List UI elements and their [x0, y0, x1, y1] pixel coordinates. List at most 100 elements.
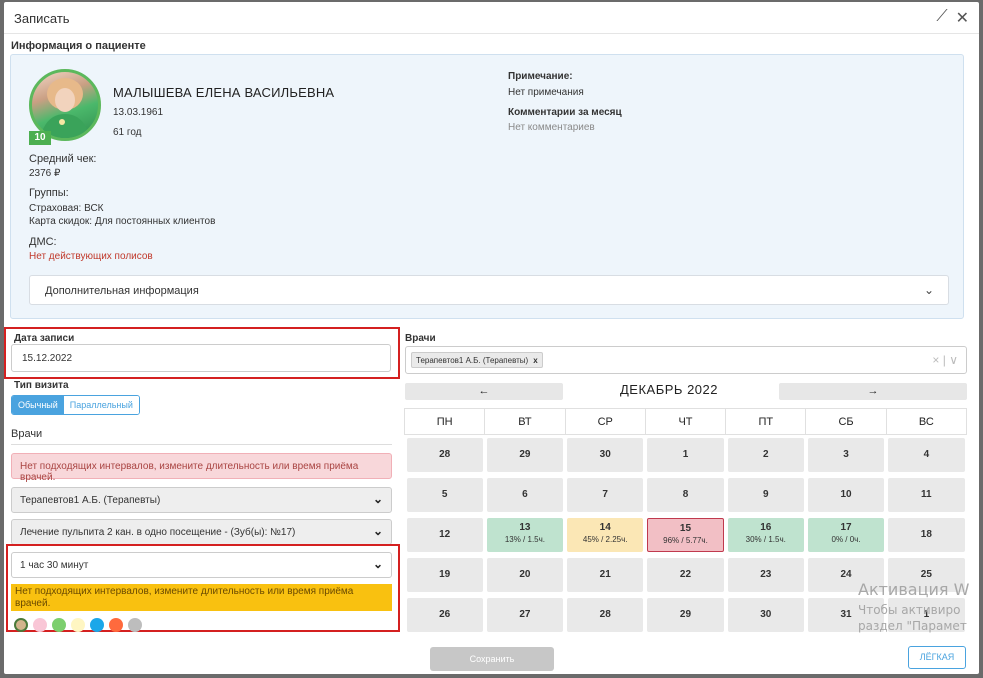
day-number: 27: [519, 608, 531, 620]
calendar-day[interactable]: 13 13% / 1.5ч.: [486, 517, 564, 552]
visit-type-regular[interactable]: Обычный: [12, 396, 64, 414]
calendar-cell: 8: [645, 475, 725, 515]
day-number: 25: [920, 568, 932, 580]
calendar-day[interactable]: 10: [807, 477, 885, 512]
day-number: 22: [679, 568, 692, 580]
color-dot[interactable]: [128, 618, 142, 632]
calendar-day[interactable]: 28: [406, 437, 483, 472]
color-dot[interactable]: [71, 618, 85, 632]
calendar-day[interactable]: 1: [647, 437, 724, 472]
save-button[interactable]: Сохранить: [430, 647, 554, 671]
calendar-day[interactable]: 11: [888, 477, 965, 512]
calendar-prev-button[interactable]: ←: [405, 383, 563, 400]
calendar-cell: 23: [726, 555, 806, 595]
color-dot[interactable]: [109, 618, 123, 632]
avg-check-label: Средний чек:: [29, 153, 97, 165]
duration-alert: Нет подходящих интервалов, измените длит…: [11, 584, 392, 611]
patient-info-card: 10 МАЛЫШЕВА ЕЛЕНА ВАСИЛЬЕВНА 13.03.1961 …: [10, 54, 964, 319]
day-number: 17: [840, 521, 852, 533]
visit-type-parallel[interactable]: Параллельный: [63, 396, 139, 414]
calendar-day[interactable]: 21: [567, 557, 644, 592]
color-dot[interactable]: [33, 618, 47, 632]
day-number: 20: [519, 568, 531, 580]
day-number: 7: [602, 488, 608, 500]
close-icon[interactable]: ✕: [956, 8, 969, 28]
pin-icon[interactable]: ⟋: [936, 8, 947, 28]
note-value: Нет примечания: [508, 87, 584, 98]
calendar-day[interactable]: 30: [727, 597, 804, 632]
calendar-day[interactable]: 4: [888, 437, 965, 472]
day-number: 28: [599, 608, 611, 620]
day-number: 14: [599, 521, 611, 533]
day-number: 23: [760, 568, 772, 580]
day-number: 12: [439, 528, 451, 540]
color-dot[interactable]: [52, 618, 66, 632]
calendar-day[interactable]: 26: [406, 597, 483, 632]
color-dot[interactable]: [90, 618, 104, 632]
dms-label: ДМС:: [29, 236, 57, 248]
calendar-cell: 12: [405, 515, 485, 555]
doctors-multiselect[interactable]: Терапевтов1 А.Б. (Терапевты) x × | ∨: [405, 346, 967, 374]
calendar-title: ДЕКАБРЬ 2022: [620, 382, 718, 397]
color-dot[interactable]: [14, 618, 28, 632]
day-number: 10: [840, 488, 852, 500]
calendar-day[interactable]: 18: [888, 517, 965, 552]
calendar-day[interactable]: 23: [727, 557, 804, 592]
calendar-day[interactable]: 29: [486, 437, 564, 472]
weekday-header: СБ: [805, 408, 887, 435]
calendar-day[interactable]: 22: [647, 557, 724, 592]
easy-mode-button[interactable]: ЛЁГКАЯ: [908, 646, 966, 669]
calendar-day[interactable]: 2: [727, 437, 804, 472]
weekday-header: ПТ: [725, 408, 807, 435]
day-number: 4: [923, 448, 930, 460]
doctor-tag-label: Терапевтов1 А.Б. (Терапевты): [416, 356, 529, 365]
calendar-next-button[interactable]: →: [779, 383, 967, 400]
calendar-day[interactable]: 16 30% / 1.5ч.: [727, 517, 804, 552]
more-info-accordion[interactable]: Дополнительная информация ⌄: [29, 275, 949, 305]
calendar-day[interactable]: 3: [807, 437, 885, 472]
calendar-day[interactable]: 5: [406, 477, 483, 512]
calendar-day[interactable]: 17 0% / 0ч.: [807, 517, 885, 552]
remove-tag-icon[interactable]: x: [533, 356, 537, 365]
calendar-day[interactable]: 9: [727, 477, 804, 512]
day-number: 8: [682, 488, 689, 500]
groups-label: Группы:: [29, 187, 69, 199]
calendar-day[interactable]: 12: [406, 517, 483, 552]
comments-label: Комментарии за месяц: [508, 107, 622, 118]
calendar-day[interactable]: 28: [567, 597, 644, 632]
day-number: 26: [439, 608, 451, 620]
chevron-down-icon[interactable]: ⌄: [924, 283, 934, 297]
calendar-cell: 22: [645, 555, 725, 595]
day-number: 19: [439, 568, 451, 580]
calendar-day[interactable]: 19: [406, 557, 483, 592]
calendar-day[interactable]: 15 96% / 5.77ч.: [647, 517, 724, 552]
service-select[interactable]: Лечение пульпита 2 кан. в одно посещение…: [11, 519, 392, 545]
date-input[interactable]: 15.12.2022: [11, 344, 391, 372]
watermark-line: Активация W: [858, 580, 970, 599]
calendar-day[interactable]: 30: [567, 437, 644, 472]
day-number: 2: [762, 448, 769, 460]
calendar-cell: 2: [726, 435, 806, 475]
calendar-day[interactable]: 29: [647, 597, 724, 632]
doctor-tag: Терапевтов1 А.Б. (Терапевты) x: [411, 352, 543, 368]
patient-name: МАЛЫШЕВА ЕЛЕНА ВАСИЛЬЕВНА: [113, 85, 335, 100]
day-number: 29: [519, 448, 531, 460]
doctor-select[interactable]: Терапевтов1 А.Б. (Терапевты) ⌄: [11, 487, 392, 513]
date-label: Дата записи: [14, 333, 75, 344]
day-number: 24: [840, 568, 852, 580]
calendar-cell: 28: [565, 595, 645, 635]
calendar-day[interactable]: 7: [567, 477, 644, 512]
clear-toggle-icon[interactable]: × | ∨: [932, 353, 958, 367]
calendar-day[interactable]: 6: [486, 477, 564, 512]
calendar-cell: 4: [886, 435, 966, 475]
day-load: 30% / 1.5ч.: [745, 534, 786, 544]
calendar-day[interactable]: 14 45% / 2.25ч.: [567, 517, 644, 552]
patient-age: 61 год: [113, 127, 142, 138]
calendar-day[interactable]: 20: [486, 557, 564, 592]
day-number: 6: [522, 488, 528, 500]
calendar-day[interactable]: 27: [486, 597, 564, 632]
calendar-day[interactable]: 8: [647, 477, 724, 512]
weekday-header: ПН: [403, 408, 486, 435]
modal-title: Записать: [14, 11, 70, 26]
duration-select[interactable]: 1 час 30 минут ⌄: [11, 552, 392, 578]
